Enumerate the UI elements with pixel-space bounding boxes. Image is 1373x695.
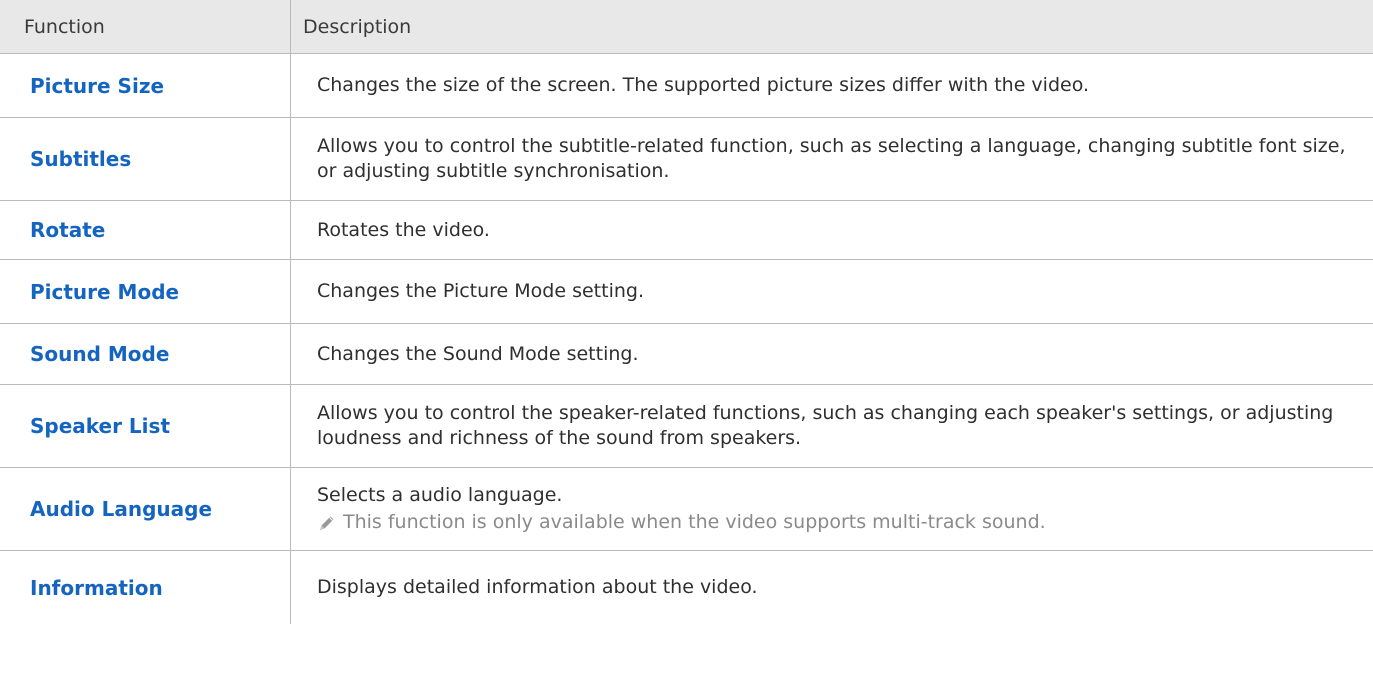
pencil-icon (320, 516, 334, 530)
note-text: This function is only available when the… (343, 511, 1046, 533)
table-header-row: Function Description (0, 0, 1373, 54)
description-text: Changes the Picture Mode setting. (317, 280, 644, 302)
header-description: Description (303, 15, 412, 38)
table-row: Picture Mode Changes the Picture Mode se… (0, 260, 1373, 324)
function-picture-mode[interactable]: Picture Mode (30, 280, 179, 304)
table-row: Subtitles Allows you to control the subt… (0, 118, 1373, 201)
header-function: Function (0, 0, 291, 53)
description-text: Allows you to control the speaker-relate… (317, 402, 1334, 449)
function-subtitles[interactable]: Subtitles (30, 147, 131, 171)
description-text: Selects a audio language. (317, 484, 563, 506)
function-rotate[interactable]: Rotate (30, 218, 105, 242)
description-text: Changes the Sound Mode setting. (317, 342, 639, 365)
function-sound-mode[interactable]: Sound Mode (30, 342, 169, 366)
description-text: Displays detailed information about the … (317, 576, 758, 598)
function-table: Function Description Picture Size Change… (0, 0, 1373, 624)
table-row: Audio Language Selects a audio language.… (0, 468, 1373, 551)
table-row: Speaker List Allows you to control the s… (0, 385, 1373, 468)
description-text: Rotates the video. (317, 218, 490, 241)
description-text: Allows you to control the subtitle-relat… (317, 135, 1346, 182)
function-information[interactable]: Information (30, 576, 163, 600)
note: This function is only available when the… (317, 510, 1353, 535)
function-picture-size[interactable]: Picture Size (30, 74, 164, 98)
function-audio-language[interactable]: Audio Language (30, 497, 212, 521)
table-row: Picture Size Changes the size of the scr… (0, 54, 1373, 118)
table-row: Information Displays detailed informatio… (0, 551, 1373, 624)
table-row: Sound Mode Changes the Sound Mode settin… (0, 324, 1373, 385)
description-text: Changes the size of the screen. The supp… (317, 74, 1090, 96)
table-row: Rotate Rotates the video. (0, 201, 1373, 260)
function-speaker-list[interactable]: Speaker List (30, 414, 170, 438)
